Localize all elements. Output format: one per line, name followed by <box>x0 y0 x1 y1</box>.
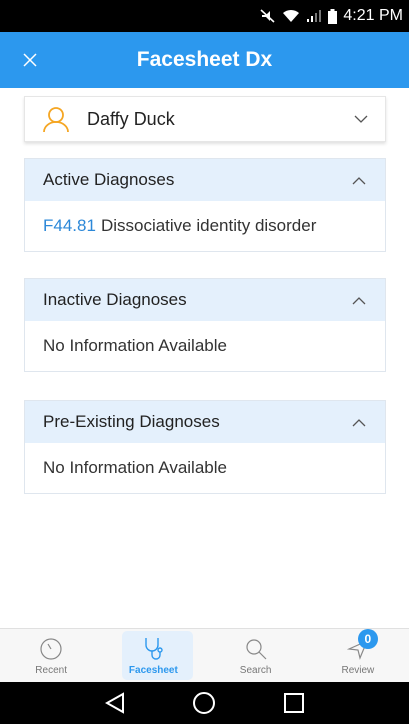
user-avatar-icon <box>41 104 71 134</box>
review-count-badge: 0 <box>357 629 378 649</box>
patient-selector[interactable]: Daffy Duck <box>24 96 386 142</box>
nav-search[interactable]: Search <box>205 629 307 682</box>
stethoscope-icon <box>139 635 167 663</box>
mute-icon <box>260 9 276 23</box>
diagnosis-item: F44.81 Dissociative identity disorder <box>25 201 385 251</box>
send-icon: 0 <box>344 629 378 663</box>
chevron-up-icon <box>351 172 367 188</box>
bottom-navigation: Recent Facesheet Search 0 Review <box>0 628 409 682</box>
main-content: Daffy Duck Active Diagnoses F44.81 Disso… <box>0 88 409 628</box>
chevron-down-icon <box>353 111 369 127</box>
nav-review[interactable]: 0 Review <box>307 629 409 682</box>
empty-message: No Information Available <box>43 336 227 355</box>
chevron-up-icon <box>351 292 367 308</box>
diagnosis-description: Dissociative identity disorder <box>100 216 317 235</box>
app-bar: Facesheet Dx <box>0 32 409 88</box>
wifi-icon <box>282 9 300 23</box>
home-icon[interactable] <box>189 688 219 718</box>
status-bar: 4:21 PM <box>0 0 409 32</box>
active-diagnoses-panel: Active Diagnoses F44.81 Dissociative ide… <box>24 158 386 252</box>
nav-label: Facesheet <box>128 665 178 676</box>
active-diagnoses-header[interactable]: Active Diagnoses <box>25 159 385 201</box>
inactive-diagnoses-panel: Inactive Diagnoses No Information Availa… <box>24 278 386 372</box>
pre-existing-diagnoses-header[interactable]: Pre-Existing Diagnoses <box>25 401 385 443</box>
panel-title: Inactive Diagnoses <box>43 290 187 309</box>
diagnosis-code[interactable]: F44.81 <box>43 216 96 236</box>
battery-icon <box>328 8 338 24</box>
nav-label: Review <box>341 665 375 676</box>
nav-recent[interactable]: Recent <box>0 629 102 682</box>
panel-title: Active Diagnoses <box>43 170 175 189</box>
close-icon[interactable] <box>18 48 42 72</box>
nav-facesheet[interactable]: Facesheet <box>102 629 204 682</box>
panel-title: Pre-Existing Diagnoses <box>43 412 220 431</box>
nav-label: Search <box>239 665 272 676</box>
system-navigation-bar <box>0 682 409 724</box>
patient-name: Daffy Duck <box>87 108 175 129</box>
recent-apps-icon[interactable] <box>279 688 309 718</box>
page-title: Facesheet Dx <box>136 48 273 71</box>
status-time: 4:21 PM <box>343 7 403 24</box>
chevron-up-icon <box>351 414 367 430</box>
inactive-diagnoses-header[interactable]: Inactive Diagnoses <box>25 279 385 321</box>
search-icon <box>242 635 270 663</box>
back-icon[interactable] <box>100 688 130 718</box>
pre-existing-diagnoses-panel: Pre-Existing Diagnoses No Information Av… <box>24 400 386 494</box>
clock-icon <box>37 635 65 663</box>
nav-label: Recent <box>35 665 67 676</box>
signal-icon <box>306 9 322 23</box>
empty-message: No Information Available <box>43 458 227 477</box>
